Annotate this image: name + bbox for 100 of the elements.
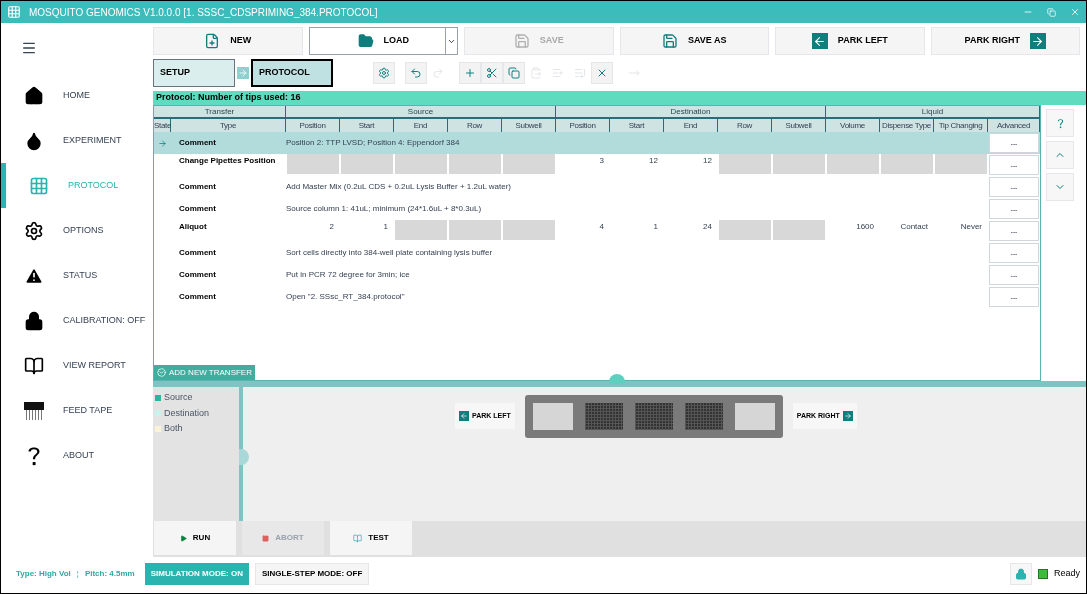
run-control-button[interactable]: RUN bbox=[154, 521, 236, 555]
toolbar-button[interactable]: PARK RIGHT bbox=[930, 27, 1080, 55]
table-cell-text: Contact bbox=[899, 221, 929, 233]
comment-text: Add Master Mix (0.2uL CDS + 0.2uL Lysis Buffer + 1.2uL water) bbox=[286, 181, 512, 193]
arrow-right-icon bbox=[1029, 33, 1046, 49]
run-control-button[interactable]: TEST bbox=[330, 521, 412, 555]
arrow-left-icon bbox=[811, 33, 828, 49]
disabled-cell bbox=[773, 154, 825, 174]
table-cell-text: 24 bbox=[702, 221, 713, 233]
status-text: Ready bbox=[1054, 567, 1080, 581]
advanced-button[interactable]: ... bbox=[989, 177, 1039, 197]
help-button[interactable] bbox=[1046, 109, 1074, 137]
sidebar-item[interactable]: CALIBRATION: OFF bbox=[1, 298, 151, 343]
disabled-cell bbox=[773, 220, 825, 240]
disabled-cell bbox=[935, 154, 987, 174]
undo-icon[interactable] bbox=[405, 62, 427, 84]
collapse-handle[interactable] bbox=[609, 374, 625, 384]
table-cell-text: Comment bbox=[178, 247, 217, 259]
mode-toggle[interactable]: SINGLE-STEP MODE: OFF bbox=[255, 563, 370, 585]
advanced-button[interactable]: ... bbox=[989, 265, 1039, 285]
delete-icon[interactable] bbox=[591, 62, 613, 84]
well-plate[interactable] bbox=[584, 403, 623, 430]
pitch-label: Pitch: 4.5mm bbox=[84, 568, 135, 580]
advanced-button[interactable]: ... bbox=[989, 243, 1039, 263]
advanced-button[interactable]: ... bbox=[989, 199, 1039, 219]
disabled-cell bbox=[395, 220, 447, 240]
legend-label: Destination bbox=[164, 406, 210, 420]
status-indicator bbox=[1038, 569, 1048, 579]
type-label: Type: High Vol bbox=[16, 568, 71, 580]
column-group-header: Transfer bbox=[154, 106, 286, 118]
column-group-header: Source bbox=[286, 106, 556, 118]
table-cell-text: 4 bbox=[598, 221, 605, 233]
gear-icon bbox=[24, 220, 44, 241]
disabled-cell bbox=[503, 220, 555, 240]
settings-icon[interactable] bbox=[373, 62, 395, 84]
sidebar-item[interactable]: EXPERIMENT bbox=[1, 118, 151, 163]
save-icon bbox=[662, 33, 678, 49]
table-cell-text: Change Pipettes Position bbox=[178, 155, 277, 167]
table-cell-text: 3 bbox=[598, 155, 605, 167]
restore-icon[interactable] bbox=[1047, 7, 1056, 17]
advanced-button[interactable]: ... bbox=[989, 133, 1039, 153]
move-down-button[interactable] bbox=[1046, 173, 1074, 201]
menu-icon[interactable] bbox=[21, 40, 37, 56]
sidebar-item[interactable]: HOME bbox=[1, 73, 151, 118]
cut-icon[interactable] bbox=[481, 62, 503, 84]
column-group-header: Destination bbox=[556, 106, 826, 118]
disabled-cell bbox=[449, 154, 501, 174]
book-icon bbox=[24, 355, 44, 376]
table-row[interactable]: Comment Position 2: TTP LVSD; Position 4: Eppendorf 384 ... bbox=[154, 132, 1040, 154]
drop-icon bbox=[24, 130, 44, 151]
lock-button[interactable] bbox=[1010, 563, 1032, 585]
arrow-right-icon bbox=[237, 67, 249, 79]
play-icon bbox=[179, 534, 187, 542]
caret-icon[interactable] bbox=[445, 28, 457, 54]
disabled-cell bbox=[503, 154, 555, 174]
comment-text: Open "2. SSsc_RT_384.protocol" bbox=[286, 291, 406, 303]
toolbar-button[interactable]: PARK LEFT bbox=[775, 27, 925, 55]
toolbar-button[interactable]: NEW bbox=[153, 27, 303, 55]
table-cell-text: 1 bbox=[382, 221, 389, 233]
toolbar-button[interactable]: SAVE AS bbox=[619, 27, 769, 55]
disabled-cell bbox=[827, 154, 879, 174]
disabled-cell bbox=[287, 154, 339, 174]
save-icon bbox=[513, 33, 530, 49]
well-plate[interactable] bbox=[684, 403, 723, 430]
disabled-cell bbox=[719, 154, 771, 174]
advanced-button[interactable]: ... bbox=[989, 221, 1039, 241]
close-icon[interactable] bbox=[1070, 7, 1080, 17]
sidebar-item[interactable]: ABOUT bbox=[1, 433, 151, 478]
move-up-button[interactable] bbox=[1046, 141, 1074, 169]
disabled-cell bbox=[449, 220, 501, 240]
step-tab[interactable]: PROTOCOL bbox=[251, 59, 333, 87]
table-cell-text: Aliquot bbox=[178, 221, 208, 233]
table-cell-text: 12 bbox=[702, 155, 713, 167]
sidebar-item[interactable]: VIEW REPORT bbox=[1, 343, 151, 388]
new-file-icon bbox=[204, 33, 221, 49]
table-cell-text: Comment bbox=[178, 137, 217, 149]
plus-icon[interactable] bbox=[459, 62, 481, 84]
dropdown-button[interactable]: LOAD bbox=[308, 27, 458, 55]
empty-position[interactable] bbox=[532, 403, 573, 430]
table-cell-text: Comment bbox=[178, 203, 217, 215]
sidebar-item[interactable]: OPTIONS bbox=[1, 208, 151, 253]
step-tab[interactable]: SETUP bbox=[153, 59, 235, 87]
column-group-header: Liquid bbox=[826, 106, 1040, 118]
stop-icon bbox=[262, 534, 270, 542]
comment-text: Put in PCR 72 degree for 3min; ice bbox=[286, 269, 411, 281]
copy-icon[interactable] bbox=[503, 62, 525, 84]
comment-text: Source column 1: 41uL; minimum (24*1.6uL + 8*0.3uL) bbox=[286, 203, 483, 215]
current-row-icon bbox=[158, 138, 167, 148]
sidebar-item[interactable]: STATUS bbox=[1, 253, 151, 298]
window-title: MOSQUITO GENOMICS V1.0.0.0 [1. SSSC_CDSPRIMING_384.PROTOCOL] bbox=[29, 5, 378, 20]
legend-label: Source bbox=[164, 391, 193, 404]
arrow-right-icon bbox=[842, 411, 853, 421]
comment-text: Sort cells directly into 384-well plate containing lysis buffer bbox=[286, 247, 494, 259]
empty-position[interactable] bbox=[734, 403, 775, 430]
advanced-button[interactable]: ... bbox=[989, 155, 1039, 175]
book-icon bbox=[353, 533, 363, 543]
well-plate[interactable] bbox=[634, 403, 673, 430]
disabled-cell bbox=[881, 154, 933, 174]
sidebar-item[interactable]: FEED TAPE bbox=[1, 388, 151, 433]
advanced-button[interactable]: ... bbox=[989, 287, 1039, 307]
